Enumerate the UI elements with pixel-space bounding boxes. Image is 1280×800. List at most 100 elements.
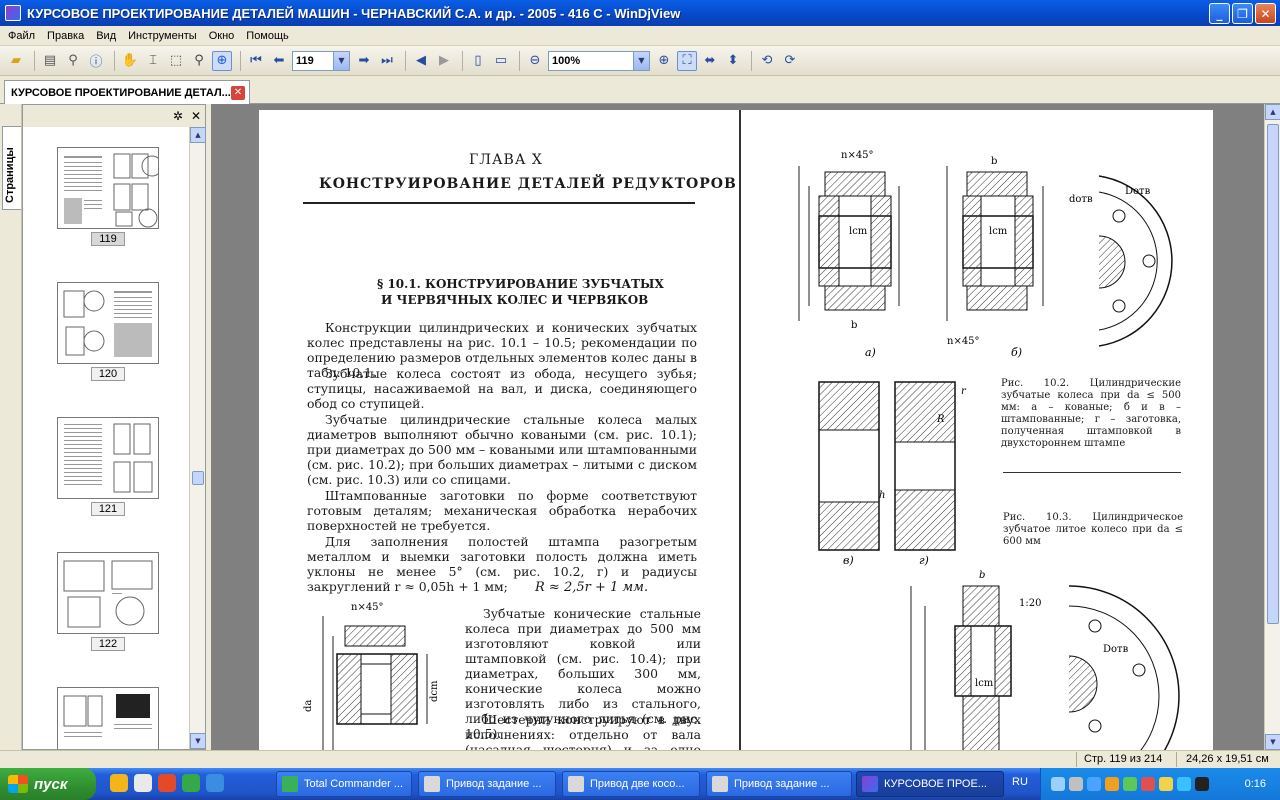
fig-10-2-caption: Рис. 10.2. Цилиндрические зубчатые колес…	[1001, 378, 1181, 449]
quick-launch-icon[interactable]	[182, 774, 200, 792]
close-tab-icon[interactable]: ✕	[231, 85, 245, 100]
toolbar-separator	[519, 50, 520, 71]
thumbnail-page-122[interactable]	[57, 552, 159, 634]
maximize-button[interactable]: ❐	[1232, 3, 1253, 24]
thumbnail-page-119[interactable]	[57, 147, 163, 229]
magnify-icon[interactable]: ⚲	[189, 51, 209, 71]
thumbnail-page-123[interactable]	[57, 687, 159, 749]
rotate-right-icon[interactable]: ⟳	[780, 51, 800, 71]
thumbnail-list[interactable]: 119 120 121 122	[23, 127, 189, 749]
zoom-combo[interactable]: 100% ▼	[548, 50, 650, 71]
zoom-in-icon[interactable]: ⊕	[654, 51, 674, 71]
document-scroll-thumb[interactable]	[1267, 124, 1279, 624]
taskbar-task[interactable]: Total Commander ...	[276, 771, 412, 797]
network-icon[interactable]	[1069, 777, 1083, 791]
quick-launch-icon[interactable]	[110, 774, 128, 792]
toolbar-separator	[114, 50, 115, 71]
tray-app-icon[interactable]	[1123, 777, 1137, 791]
rotate-left-icon[interactable]: ⟲	[757, 51, 777, 71]
start-label: пуск	[34, 775, 68, 793]
close-button[interactable]: ✕	[1255, 3, 1276, 24]
language-indicator[interactable]: RU	[1012, 776, 1028, 788]
paragraph: Зубчатые цилиндрические стальные колеса …	[307, 412, 697, 487]
pages-sidebar-tab[interactable]: Страницы	[2, 126, 21, 210]
thumbnail-preview	[64, 153, 163, 228]
status-divider	[1176, 752, 1177, 767]
zoom-out-icon[interactable]: ⊖	[525, 51, 545, 71]
open-icon[interactable]: ▰	[6, 51, 26, 71]
hand-icon[interactable]: ✋	[120, 51, 140, 71]
svg-text:da: da	[303, 700, 314, 712]
rect-select-icon[interactable]: ⬚	[166, 51, 186, 71]
svg-text:b: b	[851, 320, 857, 331]
thumbnail-scrollbar[interactable]: ▲ ▼	[189, 127, 206, 749]
taskbar-task-active[interactable]: КУРСОВОЕ ПРОЕ...	[856, 771, 1004, 797]
scroll-up-icon[interactable]: ▲	[1265, 104, 1280, 120]
scroll-up-icon[interactable]: ▲	[190, 127, 206, 143]
first-page-icon[interactable]: ⏮	[246, 51, 266, 71]
zoom-rect-icon[interactable]: ⊕	[212, 50, 232, 71]
fit-page-icon[interactable]: ▯	[468, 51, 488, 71]
thumbnail-page-121[interactable]	[57, 417, 159, 499]
page-number-combo[interactable]: 119 ▼	[292, 50, 350, 71]
svg-text:b: b	[991, 156, 997, 167]
taskbar-task[interactable]: Привод задание ...	[418, 771, 556, 797]
svg-text:1:20: 1:20	[1019, 598, 1041, 609]
menu-file[interactable]: Файл	[2, 30, 41, 42]
tray-app-icon[interactable]	[1177, 777, 1191, 791]
document-vertical-scrollbar[interactable]: ▲ ▼	[1264, 104, 1280, 750]
windjview-app-icon[interactable]	[5, 5, 21, 21]
thumbnail-page-number: 119	[91, 232, 125, 246]
svg-text:lcm: lcm	[849, 226, 868, 237]
fit-width-icon[interactable]: ⬌	[700, 51, 720, 71]
forward-icon[interactable]: ▶	[434, 51, 454, 71]
next-page-icon[interactable]: ➡	[354, 51, 374, 71]
task-label: Привод задание ...	[446, 778, 542, 790]
taskbar-task[interactable]: Привод задание ...	[706, 771, 852, 797]
toolbar-separator	[34, 50, 35, 71]
quick-launch-icon[interactable]	[206, 774, 224, 792]
document-viewport[interactable]: ГЛАВА X КОНСТРУИРОВАНИЕ ДЕТАЛЕЙ РЕДУКТОР…	[211, 104, 1264, 750]
thumbnail-page-number: 120	[91, 367, 125, 381]
scroll-down-icon[interactable]: ▼	[1265, 734, 1280, 750]
quick-launch-icon[interactable]	[158, 774, 176, 792]
find-icon[interactable]: ⚲	[63, 51, 83, 71]
svg-text:n×45°: n×45°	[351, 602, 384, 613]
tray-app-icon[interactable]	[1195, 777, 1209, 791]
tray-app-icon[interactable]	[1141, 777, 1155, 791]
info-icon[interactable]: ⓘ	[86, 51, 106, 71]
windows-logo-icon	[8, 775, 28, 793]
menu-window[interactable]: Окно	[203, 30, 241, 42]
tray-app-icon[interactable]	[1105, 777, 1119, 791]
pin-icon[interactable]: ✲	[173, 109, 183, 123]
minimize-button[interactable]: _	[1209, 3, 1230, 24]
fit-height-icon[interactable]: ⬍	[723, 51, 743, 71]
taskbar-task[interactable]: Привод две косо...	[562, 771, 700, 797]
menu-help[interactable]: Помощь	[240, 30, 295, 42]
start-button[interactable]: пуск	[0, 768, 96, 800]
print-icon[interactable]: ▤	[40, 51, 60, 71]
scroll-down-icon[interactable]: ▼	[190, 733, 206, 749]
thumbnail-scroll-thumb[interactable]	[192, 471, 204, 485]
svg-text:r: r	[961, 386, 967, 397]
last-page-icon[interactable]: ⏭	[377, 51, 397, 71]
tray-app-icon[interactable]	[1159, 777, 1173, 791]
back-icon[interactable]: ◀	[411, 51, 431, 71]
quick-launch-icon[interactable]	[134, 774, 152, 792]
svg-text:n×45°: n×45°	[947, 336, 980, 347]
menu-tools[interactable]: Инструменты	[122, 30, 203, 42]
title-bar[interactable]: КУРСОВОЕ ПРОЕКТИРОВАНИЕ ДЕТАЛЕЙ МАШИН - …	[0, 0, 1280, 26]
continuous-icon[interactable]: ▭	[491, 51, 511, 71]
select-icon[interactable]: ⌶	[143, 51, 163, 71]
menu-view[interactable]: Вид	[90, 30, 122, 42]
prev-page-icon[interactable]: ⬅	[269, 51, 289, 71]
document-tab[interactable]: КУРСОВОЕ ПРОЕКТИРОВАНИЕ ДЕТАЛ... ✕	[4, 80, 250, 104]
bluetooth-icon[interactable]	[1087, 777, 1101, 791]
search-icon[interactable]	[1051, 777, 1065, 791]
chevron-down-icon[interactable]: ▼	[333, 51, 349, 70]
actual-size-icon[interactable]: ⛶	[677, 50, 697, 71]
chevron-down-icon[interactable]: ▼	[633, 51, 649, 70]
close-panel-icon[interactable]: ✕	[191, 109, 201, 123]
menu-edit[interactable]: Правка	[41, 30, 90, 42]
thumbnail-page-120[interactable]	[57, 282, 159, 364]
